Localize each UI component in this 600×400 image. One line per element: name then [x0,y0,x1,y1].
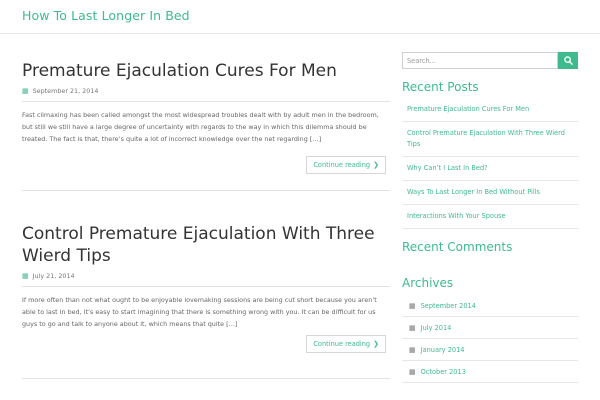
recent-posts-title: Recent Posts [402,80,479,94]
continue-reading-label: Continue reading [313,340,371,348]
post-title[interactable]: Premature Ejaculation Cures For Men [22,60,390,82]
recent-post-link[interactable]: Premature Ejaculation Cures For Men [402,98,578,122]
recent-post-link[interactable]: Interactions With Your Spouse [402,205,578,229]
archive-item[interactable]: ▦ September 2014 [402,295,578,317]
calendar-icon: ▦ [409,301,416,310]
recent-post-link[interactable]: Control Premature Ejaculation With Three… [402,122,578,157]
archive-item[interactable]: ▦ January 2014 [402,339,578,361]
site-header: How To Last Longer In Bed [0,0,600,34]
calendar-icon: ▦ [409,323,416,332]
site-title-link[interactable]: How To Last Longer In Bed [22,8,190,23]
chevron-right-icon: ❯ [373,340,379,348]
search-button[interactable] [558,52,578,69]
recent-post-link[interactable]: Why Can’t I Last In Bed? [402,157,578,181]
post-meta: ▦ September 21, 2014 [22,86,390,95]
calendar-icon: ▦ [409,367,416,376]
post-excerpt: If more often than not what ought to be … [22,296,377,328]
archives-list: ▦ September 2014 ▦ July 2014 ▦ January 2… [402,295,578,383]
calendar-icon: ▦ [22,86,29,95]
search-form [402,52,578,69]
post-1: Premature Ejaculation Cures For Men ▦ Se… [22,60,390,174]
search-icon [563,56,573,65]
calendar-icon: ▦ [22,271,29,280]
post-separator [22,378,390,379]
archive-link[interactable]: July 2014 [421,324,452,332]
archive-link[interactable]: October 2013 [421,368,466,376]
calendar-icon: ▦ [409,345,416,354]
post-title[interactable]: Control Premature Ejaculation With Three… [22,223,390,267]
continue-reading-button[interactable]: Continue reading ❯ [306,335,386,353]
post-date[interactable]: September 21, 2014 [33,87,99,95]
archive-link[interactable]: September 2014 [421,302,476,310]
post-meta: ▦ July 21, 2014 [22,271,390,280]
archive-item[interactable]: ▦ October 2013 [402,361,578,383]
recent-posts-list: Premature Ejaculation Cures For Men Cont… [402,98,578,229]
recent-comments-title: Recent Comments [402,240,513,254]
recent-post-link[interactable]: Ways To Last Longer In Bed Without Pills [402,181,578,205]
chevron-right-icon: ❯ [373,161,379,169]
post-separator [22,190,390,191]
post-divider [22,101,390,102]
post-excerpt: Fast climaxing has been called amongst t… [22,111,379,143]
continue-reading-button[interactable]: Continue reading ❯ [306,156,386,174]
post-divider [22,286,390,287]
archive-link[interactable]: January 2014 [421,346,465,354]
post-2: Control Premature Ejaculation With Three… [22,223,390,353]
sidebar: Recent Posts Premature Ejaculation Cures… [402,52,578,383]
archive-item[interactable]: ▦ July 2014 [402,317,578,339]
archives-title: Archives [402,276,454,290]
continue-reading-label: Continue reading [313,161,371,169]
search-input[interactable] [402,52,558,69]
post-date[interactable]: July 21, 2014 [33,272,75,280]
